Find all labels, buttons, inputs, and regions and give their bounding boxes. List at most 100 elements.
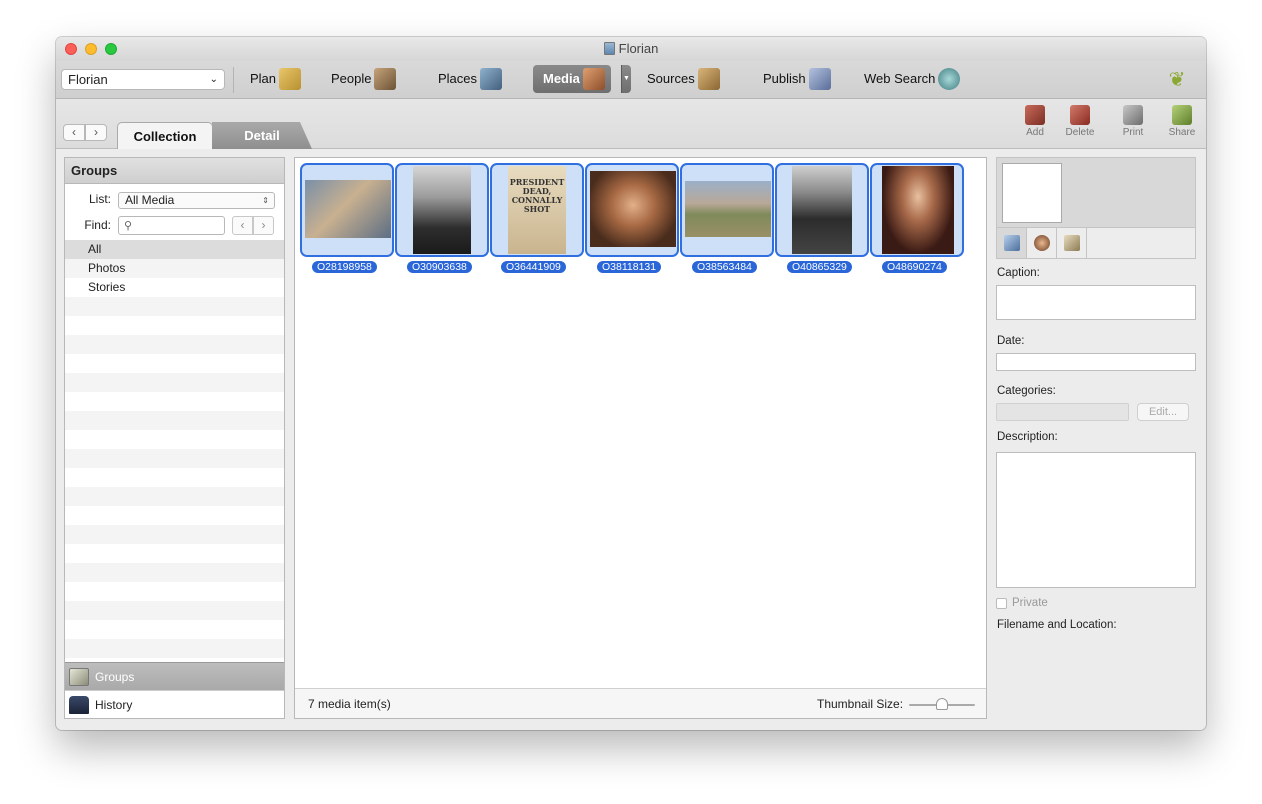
portrait-photo bbox=[413, 166, 471, 254]
find-label: Find: bbox=[84, 218, 111, 232]
find-previous-button[interactable]: ‹ bbox=[232, 216, 253, 235]
portrait-photo bbox=[792, 166, 852, 254]
edit-icon bbox=[1003, 235, 1020, 251]
tree-selector[interactable]: Florian ⌄ bbox=[61, 69, 225, 90]
groups-tab-label: Groups bbox=[95, 669, 135, 684]
description-field[interactable] bbox=[996, 452, 1196, 588]
groups-title: Groups bbox=[65, 158, 284, 184]
media-thumbnail[interactable] bbox=[870, 163, 964, 257]
group-item-all[interactable]: All bbox=[65, 240, 284, 259]
minimize-window-button[interactable] bbox=[85, 43, 97, 55]
document-icon bbox=[603, 42, 615, 55]
search-icon: ⚲ bbox=[124, 220, 133, 232]
delete-label: Delete bbox=[1065, 127, 1095, 138]
toolbar-places-button[interactable]: Places bbox=[438, 65, 503, 93]
share-button[interactable]: Share bbox=[1162, 105, 1202, 138]
outdoor-photo bbox=[685, 181, 771, 237]
media-thumbnail-label: O38118131 bbox=[597, 261, 662, 273]
forward-button[interactable]: › bbox=[85, 124, 107, 141]
media-thumbnail-label: O36441909 bbox=[501, 261, 566, 273]
media-menu-dropdown[interactable]: ▼ bbox=[621, 65, 631, 93]
toolbar-people-button[interactable]: People bbox=[331, 65, 397, 93]
add-button[interactable]: Add bbox=[1015, 105, 1055, 138]
private-row: Private bbox=[996, 597, 1048, 609]
group-item-photos[interactable]: Photos bbox=[65, 259, 284, 278]
toolbar-media-button[interactable]: Media bbox=[533, 65, 611, 93]
tab-collection[interactable]: Collection bbox=[117, 122, 213, 149]
left-splitter[interactable] bbox=[287, 157, 293, 719]
caption-label: Caption: bbox=[997, 267, 1040, 279]
private-checkbox[interactable] bbox=[996, 597, 1007, 609]
sources-icon bbox=[697, 68, 720, 90]
close-window-button[interactable] bbox=[65, 43, 77, 55]
updown-chevron-icon: ⇕ bbox=[262, 196, 269, 205]
media-thumbnail[interactable] bbox=[775, 163, 869, 257]
media-thumbnail[interactable] bbox=[395, 163, 489, 257]
add-media-icon bbox=[1025, 105, 1045, 125]
groups-list: All Photos Stories bbox=[65, 240, 284, 660]
categories-field bbox=[996, 403, 1129, 421]
list-select-value: All Media bbox=[125, 193, 175, 207]
history-tab-button[interactable]: History bbox=[65, 690, 284, 718]
media-thumbnail-label: O30903638 bbox=[407, 261, 472, 273]
newspaper-photo: PRESIDENT DEAD, CONNALLY SHOT bbox=[508, 166, 566, 254]
media-thumbnail-label: O40865329 bbox=[787, 261, 852, 273]
description-label: Description: bbox=[997, 431, 1058, 443]
portrait-photo bbox=[882, 166, 954, 254]
people-icon bbox=[374, 68, 397, 90]
tab-detail[interactable]: Detail bbox=[212, 122, 312, 149]
find-next-button[interactable]: › bbox=[253, 216, 274, 235]
media-thumbnail[interactable] bbox=[300, 163, 394, 257]
groups-tab-button[interactable]: Groups bbox=[65, 662, 284, 690]
tab-people-tags[interactable] bbox=[1027, 228, 1057, 258]
toolbar-sources-button[interactable]: Sources bbox=[647, 65, 720, 93]
media-thumbnail[interactable]: PRESIDENT DEAD, CONNALLY SHOT bbox=[490, 163, 584, 257]
toolbar-publish-label: Publish bbox=[763, 71, 806, 86]
person-icon bbox=[1033, 235, 1050, 251]
main-toolbar: Florian ⌄ Plan People Places Media ▼ Sou… bbox=[56, 61, 1206, 99]
find-input[interactable]: ⚲ bbox=[118, 216, 225, 235]
tab-edit-details[interactable] bbox=[997, 228, 1027, 258]
app-window: Florian Florian ⌄ Plan People Places Med… bbox=[56, 37, 1206, 730]
places-icon bbox=[480, 68, 503, 90]
share-label: Share bbox=[1168, 127, 1196, 138]
familysearch-leaf-icon[interactable]: ❦ bbox=[1164, 69, 1190, 91]
print-button[interactable]: Print bbox=[1113, 105, 1153, 138]
share-icon bbox=[1172, 105, 1192, 125]
toolbar-publish-button[interactable]: Publish bbox=[763, 65, 831, 93]
tree-selector-value: Florian bbox=[68, 72, 108, 87]
media-thumbnail-label: O28198958 bbox=[312, 261, 377, 273]
toolbar-web-search-button[interactable]: Web Search bbox=[864, 65, 961, 93]
tab-media-links[interactable] bbox=[1057, 228, 1087, 258]
toolbar-plan-button[interactable]: Plan bbox=[250, 65, 302, 93]
media-thumbnail-label: O48690274 bbox=[882, 261, 947, 273]
toolbar-media-label: Media bbox=[543, 71, 580, 86]
media-icon bbox=[582, 68, 605, 90]
thumbnail-size-slider-knob[interactable] bbox=[936, 698, 948, 710]
caption-field[interactable] bbox=[996, 285, 1196, 320]
window-title: Florian bbox=[618, 41, 659, 56]
date-field[interactable] bbox=[996, 353, 1196, 371]
chevron-down-icon: ⌄ bbox=[209, 74, 218, 85]
media-thumbnail[interactable] bbox=[585, 163, 679, 257]
groups-icon bbox=[69, 667, 89, 686]
back-button[interactable]: ‹ bbox=[63, 124, 85, 141]
toolbar-divider bbox=[233, 67, 234, 93]
media-count: 7 media item(s) bbox=[308, 697, 391, 711]
edit-categories-button[interactable]: Edit... bbox=[1137, 403, 1189, 421]
media-thumbnail[interactable] bbox=[680, 163, 774, 257]
private-label: Private bbox=[1012, 597, 1048, 609]
toolbar-places-label: Places bbox=[438, 71, 478, 86]
view-subbar: ‹ › Collection Detail Add Delete Print S… bbox=[56, 99, 1206, 149]
list-select[interactable]: All Media ⇕ bbox=[118, 192, 275, 209]
add-label: Add bbox=[1026, 127, 1044, 138]
documents-icon bbox=[1063, 235, 1080, 251]
delete-media-icon bbox=[1070, 105, 1090, 125]
delete-button[interactable]: Delete bbox=[1060, 105, 1100, 138]
toolbar-plan-label: Plan bbox=[250, 71, 277, 86]
group-item-stories[interactable]: Stories bbox=[65, 278, 284, 297]
zoom-window-button[interactable] bbox=[105, 43, 117, 55]
media-grid: O28198958 O30903638 PRESIDENT DEAD, CONNA… bbox=[294, 157, 987, 719]
filename-label: Filename and Location: bbox=[997, 619, 1117, 631]
publish-icon bbox=[808, 68, 831, 90]
